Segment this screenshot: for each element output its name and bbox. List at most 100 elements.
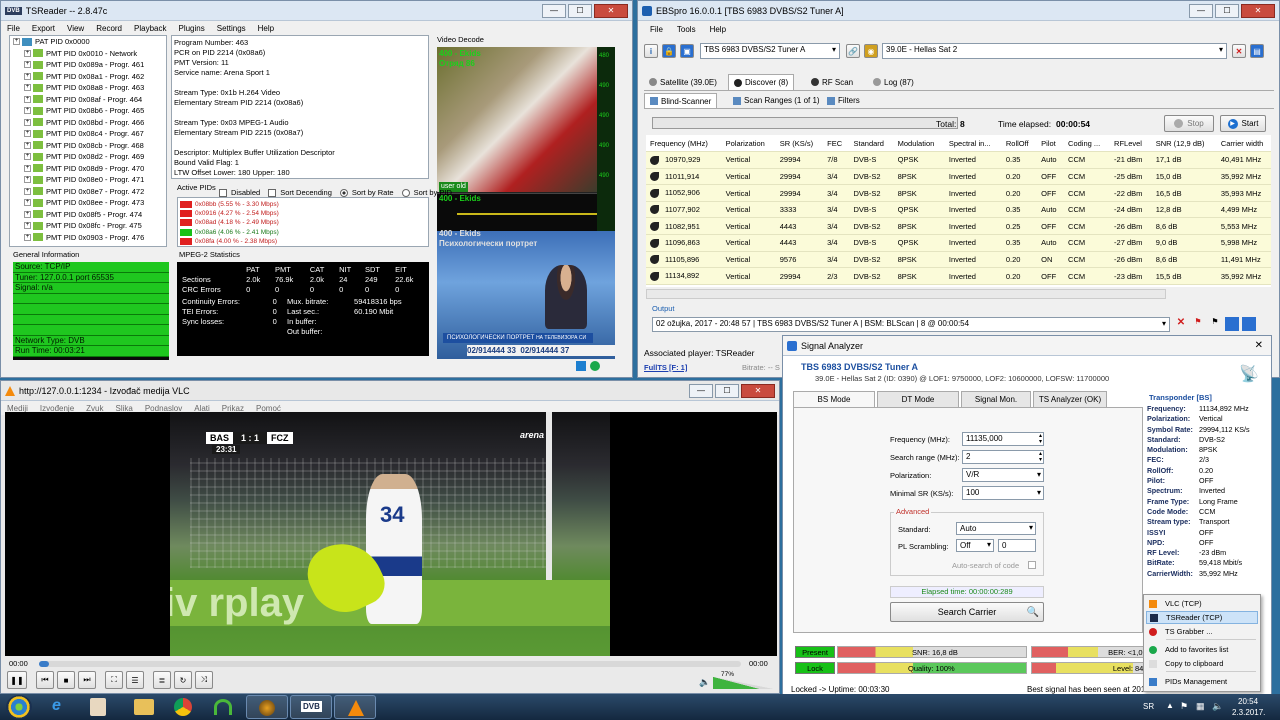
tree-item[interactable]: + PMT PID 0x08ee - Progr. 473 [10,197,166,209]
expand-icon[interactable]: + [24,72,31,80]
shuffle-button[interactable]: ⤨ [195,671,213,689]
expand-icon[interactable]: + [24,118,31,126]
table-row[interactable]: 11077,902 Vertical 3333 3/4 DVB-S QPSK Inverte… [646,201,1271,219]
pl-scrambling-code-input[interactable]: 0 [998,539,1036,552]
expand-icon[interactable]: + [24,199,31,207]
expand-icon[interactable]: + [24,49,31,57]
seek-handle[interactable] [39,661,49,667]
column-header[interactable]: Frequency (MHz) [646,135,722,153]
tray-volume-icon[interactable]: 🔈 [1212,701,1223,712]
context-menu-item[interactable]: VLC (TCP) [1146,597,1258,610]
folder-icon[interactable] [134,699,154,715]
disabled-checkbox[interactable] [219,189,227,197]
tsreader-titlebar[interactable]: DVB TSReader -- 2.8.47c — ☐ ✕ [1,1,632,21]
playlist-button[interactable]: ≣ [153,671,171,689]
expand-icon[interactable]: + [24,95,31,103]
tree-item[interactable]: + PMT PID 0x08b6 - Progr. 465 [10,105,166,117]
expand-icon[interactable]: + [24,176,31,184]
analyzer-tab-1[interactable]: DT Mode [877,391,959,407]
table-row[interactable]: 10970,929 Vertical 29994 7/8 DVB-S QPSK Invert… [646,151,1271,169]
tree-item[interactable]: + PMT PID 0x08e0 - Progr. 471 [10,174,166,186]
tree-item[interactable]: + PMT PID 0x089a - Progr. 461 [10,59,166,71]
menu-item[interactable]: Tools [677,25,696,34]
tree-item[interactable]: + PMT PID 0x08fc - Progr. 475 [10,220,166,232]
close-button[interactable]: ✕ [1251,340,1267,351]
expand-icon[interactable]: + [24,233,31,241]
save-icon[interactable] [1225,317,1239,331]
next-button[interactable]: ⏭ [78,671,96,689]
tab-satellite[interactable]: Satellite (39.0E) [644,74,722,90]
tree-item[interactable]: + PMT PID 0x08a1 - Progr. 462 [10,71,166,83]
wifi-app-icon[interactable] [214,699,232,715]
analyzer-tab-0[interactable]: BS Mode [793,391,875,407]
table-row[interactable]: 11011,914 Vertical 29994 3/4 DVB-S2 8PSK Inver… [646,168,1271,186]
expand-icon[interactable]: + [24,164,31,172]
expand-icon[interactable]: + [24,130,31,138]
table-scrollbar[interactable] [646,289,1166,299]
menu-item[interactable]: Plugins [178,24,204,33]
menu-item[interactable]: Help [258,24,274,33]
globe-icon[interactable] [590,361,600,371]
pl-scrambling-select[interactable]: Off ▾ [956,539,994,552]
column-header[interactable]: Carrier width [1216,135,1271,153]
spinner-icon[interactable]: ▴ ▾ [1039,451,1042,463]
tree-item[interactable]: + PMT PID 0x08c4 - Progr. 467 [10,128,166,140]
frequency-input[interactable]: 11135,000 ▴ ▾ [962,432,1044,446]
tree-item[interactable]: + PMT PID 0x08af - Progr. 464 [10,94,166,106]
link-icon[interactable]: 🔗 [846,44,860,58]
expand-icon[interactable]: + [24,141,31,149]
maximize-button[interactable]: ☐ [1215,3,1239,18]
expand-icon[interactable]: + [24,84,31,92]
start-button[interactable] [6,695,32,719]
column-header[interactable]: Modulation [893,135,945,153]
standard-select[interactable]: Auto ▾ [956,522,1036,535]
close-button[interactable]: ✕ [741,383,775,398]
tree-item[interactable]: + PMT PID 0x0903 - Progr. 476 [10,232,166,244]
menu-item[interactable]: Record [96,24,122,33]
start-button[interactable]: ▶ Start [1220,115,1266,132]
column-header[interactable]: Coding ... [1064,135,1111,153]
tray-flag-icon[interactable]: ⚑ [1180,701,1188,712]
menu-item[interactable]: File [7,24,20,33]
pause-button[interactable]: ❚❚ [7,671,27,689]
column-header[interactable]: RFLevel [1110,135,1152,153]
pid-item[interactable]: 0x08fa (4.00 % - 2.38 Mbps) [180,237,426,246]
analyzer-tab-2[interactable]: Signal Mon. [961,391,1031,407]
language-indicator[interactable]: SR [1143,702,1154,711]
clock-time[interactable]: 20:54 [1238,697,1258,706]
expand-icon[interactable]: + [24,153,31,161]
taskbar-vlc[interactable] [334,695,376,719]
expand-icon[interactable]: + [24,210,31,218]
sort-decending-checkbox[interactable] [268,189,277,197]
save-icon[interactable]: ▤ [1250,44,1264,58]
minimize-button[interactable]: — [689,383,713,398]
delete-icon[interactable]: ✕ [1232,44,1246,58]
column-header[interactable]: Pilot [1037,135,1065,153]
maximize-button[interactable]: ☐ [715,383,739,398]
column-header[interactable]: FEC [823,135,850,153]
close-button[interactable]: ✕ [1241,3,1275,18]
subtab-1[interactable]: Scan Ranges (1 of 1) [728,93,825,108]
column-header[interactable]: SR (KS/s) [775,135,824,153]
pid-item[interactable]: 0x08a6 (4.06 % - 2.41 Mbps) [180,228,426,237]
expand-icon[interactable]: + [24,61,31,69]
column-header[interactable]: SNR (12,9 dB) [1151,135,1217,153]
tab-rf[interactable]: RF Scan [806,74,858,90]
chrome-icon[interactable] [174,698,192,716]
prev-button[interactable]: ⏮ [36,671,54,689]
minimize-button[interactable]: — [542,3,566,18]
column-header[interactable]: RollOff [1001,135,1038,153]
expand-icon[interactable]: + [13,38,20,46]
network-icon[interactable] [576,361,586,371]
satellite-icon[interactable]: ◉ [864,44,878,58]
clock-date[interactable]: 2.3.2017. [1232,708,1265,717]
tree-item[interactable]: + PAT PID 0x0000 [10,36,166,48]
table-row[interactable]: 11105,896 Vertical 9576 3/4 DVB-S2 8PSK Invert… [646,251,1271,269]
stop-button[interactable]: ■ [57,671,75,689]
pid-item[interactable]: 0x08ad (4.18 % - 2.49 Mbps) [180,218,426,227]
flag-black-icon[interactable]: ⚑ [1208,317,1222,331]
fullscreen-button[interactable]: ⛶ [105,671,123,689]
menu-item[interactable]: View [67,24,84,33]
delete-icon[interactable]: ✕ [1174,317,1188,331]
fullts-link[interactable]: FullTS [F: 1] [644,363,687,373]
